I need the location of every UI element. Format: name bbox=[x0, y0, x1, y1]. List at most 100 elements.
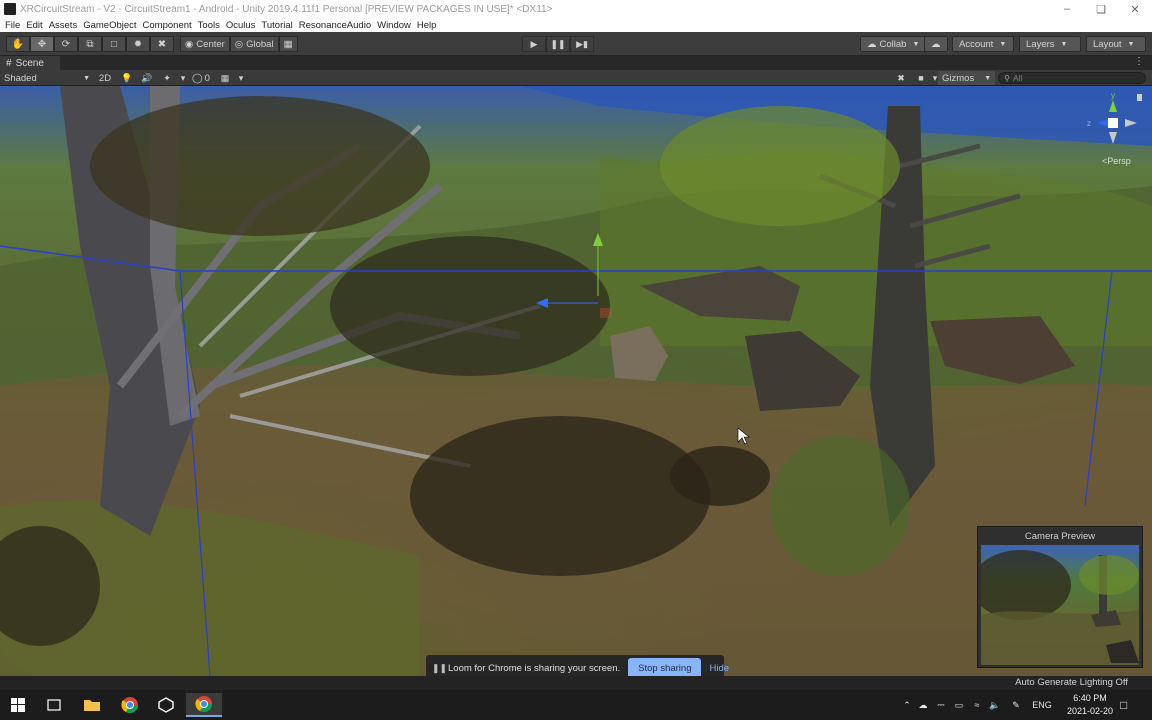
kebab-menu-icon[interactable]: ⋮ bbox=[1134, 56, 1144, 67]
menu-assets[interactable]: Assets bbox=[46, 20, 81, 31]
layers-group: Layers ▼ bbox=[1019, 36, 1081, 52]
account-group: Account ▼ bbox=[952, 36, 1014, 52]
hide-button[interactable]: Hide bbox=[709, 663, 729, 674]
pen-icon[interactable]: ✎ bbox=[1004, 700, 1028, 711]
layout-group: Layout ▼ bbox=[1086, 36, 1146, 52]
layout-dropdown[interactable]: Layout ▼ bbox=[1086, 36, 1146, 52]
custom-tool-icon[interactable]: ✖ bbox=[150, 36, 174, 52]
rotate-tool-icon[interactable]: ⟳ bbox=[54, 36, 78, 52]
usb-icon[interactable]: ⎓ bbox=[932, 700, 950, 711]
volume-icon[interactable]: 🔈 bbox=[986, 700, 1004, 711]
stop-sharing-button[interactable]: Stop sharing bbox=[628, 658, 702, 678]
pivot-toggles: ◉ Center ◎ Global ▦ bbox=[180, 36, 298, 52]
foliage bbox=[1079, 555, 1139, 595]
notification-center-icon[interactable]: □ bbox=[1120, 690, 1127, 720]
chevron-up-icon[interactable]: ⌃ bbox=[900, 700, 914, 711]
cloud-sync-icon[interactable]: ☁ bbox=[914, 700, 932, 711]
menu-window[interactable]: Window bbox=[374, 20, 414, 31]
chevron-down-icon: ▼ bbox=[999, 40, 1007, 48]
cloud-group: ☁ bbox=[924, 36, 948, 52]
task-view-icon[interactable] bbox=[36, 693, 72, 717]
foliage bbox=[330, 236, 610, 376]
foliage bbox=[90, 96, 430, 236]
restore-icon[interactable]: ❑ bbox=[1084, 0, 1118, 18]
menu-tutorial[interactable]: Tutorial bbox=[258, 20, 295, 31]
lighting-status: Auto Generate Lighting Off bbox=[1015, 677, 1128, 688]
cloud-icon[interactable]: ☁ bbox=[924, 36, 948, 52]
hand-tool-icon[interactable]: ✋ bbox=[6, 36, 30, 52]
tools-icon[interactable]: ✖ bbox=[892, 71, 910, 85]
pivot-center-toggle[interactable]: ◉ Center bbox=[180, 36, 230, 52]
scale-tool-icon[interactable]: ⧉ bbox=[78, 36, 102, 52]
gizmos-dropdown[interactable]: Gizmos ▼ bbox=[938, 71, 996, 85]
scene-tab-bar: # Scene ⋮ bbox=[0, 56, 1152, 70]
grid-snap-toggle[interactable]: ▦ bbox=[278, 36, 298, 52]
step-icon[interactable]: ▶▮ bbox=[570, 36, 594, 52]
camera-preview-image bbox=[981, 550, 1139, 665]
unity-icon[interactable] bbox=[148, 693, 184, 717]
gizmo-center-cube[interactable] bbox=[1108, 118, 1118, 128]
window-title-bar: XRCircuitStream - V2 - CircuitStream1 - … bbox=[0, 0, 1152, 18]
collab-dropdown[interactable]: ☁ Collab ▼ bbox=[860, 36, 927, 52]
chevron-down-icon: ▼ bbox=[1060, 40, 1068, 48]
lock-icon[interactable] bbox=[1137, 94, 1142, 101]
hidden-objects-toggle[interactable]: ◯ 0 bbox=[192, 71, 210, 85]
foliage bbox=[981, 550, 1071, 620]
move-tool-icon[interactable]: ✥ bbox=[30, 36, 54, 52]
rock bbox=[1091, 610, 1121, 627]
gizmo-z-label: z bbox=[1087, 119, 1091, 128]
chevron-down-icon[interactable]: ▾ bbox=[232, 71, 250, 85]
loom-message: Loom for Chrome is sharing your screen. bbox=[448, 662, 621, 674]
wifi-icon[interactable]: ≈ bbox=[968, 700, 986, 710]
scene-search-input[interactable]: All bbox=[998, 72, 1146, 84]
space-global-toggle[interactable]: ◎ Global bbox=[229, 36, 279, 52]
gizmo-plane-handle[interactable] bbox=[600, 308, 612, 318]
draw-mode-dropdown[interactable]: Shaded ▼ bbox=[4, 71, 90, 85]
account-dropdown[interactable]: Account ▼ bbox=[952, 36, 1014, 52]
transform-tool-icon[interactable]: ✹ bbox=[126, 36, 150, 52]
chevron-down-icon: ▼ bbox=[1127, 40, 1135, 48]
play-icon[interactable]: ▶ bbox=[522, 36, 546, 52]
menu-gameobject[interactable]: GameObject bbox=[80, 20, 139, 31]
system-tray: ⌃ ☁ ⎓ ▭ ≈ 🔈 ✎ ENG bbox=[900, 690, 1056, 720]
foliage bbox=[770, 436, 910, 576]
file-explorer-icon[interactable] bbox=[74, 693, 110, 717]
persp-label[interactable]: <Persp bbox=[1102, 156, 1131, 166]
grid-icon: # bbox=[6, 57, 12, 69]
menu-component[interactable]: Component bbox=[140, 20, 195, 31]
chevron-down-icon[interactable]: ▾ bbox=[174, 71, 192, 85]
layers-dropdown[interactable]: Layers ▼ bbox=[1019, 36, 1081, 52]
menu-bar: File Edit Assets GameObject Component To… bbox=[0, 18, 1152, 32]
transform-tools: ✋ ✥ ⟳ ⧉ □ ✹ ✖ bbox=[6, 36, 174, 52]
chevron-down-icon: ▼ bbox=[83, 74, 90, 82]
menu-edit[interactable]: Edit bbox=[23, 20, 45, 31]
collab-dropdown-group: ☁ Collab ▼ bbox=[860, 36, 927, 52]
menu-tools[interactable]: Tools bbox=[195, 20, 223, 31]
lighting-icon[interactable]: 💡 bbox=[118, 71, 136, 85]
minimize-icon[interactable]: – bbox=[1050, 0, 1084, 18]
menu-help[interactable]: Help bbox=[414, 20, 440, 31]
close-icon[interactable]: ✕ bbox=[1118, 0, 1152, 18]
windows-taskbar: ⌃ ☁ ⎓ ▭ ≈ 🔈 ✎ ENG 6:40 PM 2021-02-20 □ bbox=[0, 690, 1152, 720]
globe-icon: ◎ bbox=[234, 38, 244, 50]
rect-tool-icon[interactable]: □ bbox=[102, 36, 126, 52]
tab-scene[interactable]: # Scene bbox=[0, 56, 60, 70]
windows-start-icon[interactable] bbox=[0, 693, 36, 717]
play-controls: ▶ ❚❚ ▶▮ bbox=[522, 36, 594, 52]
menu-oculus[interactable]: Oculus bbox=[223, 20, 259, 31]
chrome-active-icon[interactable] bbox=[186, 693, 222, 717]
2d-toggle[interactable]: 2D bbox=[96, 71, 114, 85]
clock[interactable]: 6:40 PM 2021-02-20 bbox=[1060, 692, 1120, 718]
battery-icon[interactable]: ▭ bbox=[950, 700, 968, 711]
pivot-icon: ◉ bbox=[185, 38, 194, 50]
menu-file[interactable]: File bbox=[2, 20, 23, 31]
menu-resonanceaudio[interactable]: ResonanceAudio bbox=[296, 20, 374, 31]
chrome-icon[interactable] bbox=[112, 693, 148, 717]
clock-date: 2021-02-20 bbox=[1066, 706, 1114, 716]
pause-icon[interactable]: ❚❚ bbox=[546, 36, 570, 52]
language-indicator[interactable]: ENG bbox=[1028, 700, 1056, 710]
pause-icon[interactable]: ❚❚ bbox=[432, 663, 447, 674]
camera-preview-render bbox=[981, 545, 1139, 665]
audio-icon[interactable]: 🔊 bbox=[138, 71, 156, 85]
grid-icon: ▦ bbox=[283, 38, 293, 50]
